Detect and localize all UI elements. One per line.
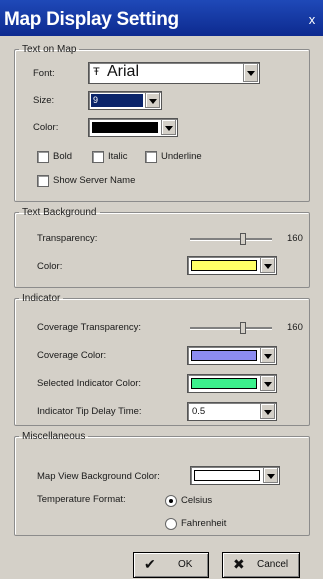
cancel-icon: ✖ [233, 556, 245, 572]
close-icon[interactable]: x [305, 13, 319, 27]
chevron-down-icon[interactable] [243, 64, 258, 82]
tip-delay-label: Indicator Tip Delay Time: [37, 406, 142, 417]
text-background-legend: Text Background [22, 207, 97, 218]
size-label: Size: [33, 95, 55, 106]
show-server-name-checkbox[interactable] [37, 175, 49, 187]
text-on-map-legend: Text on Map [22, 44, 77, 55]
text-bg-color-swatch [191, 260, 257, 271]
celsius-radio[interactable] [165, 495, 177, 507]
celsius-label: Celsius [181, 495, 213, 506]
bg-color-label: Color: [37, 261, 63, 272]
selected-indicator-color-label: Selected Indicator Color: [37, 378, 142, 389]
text-color-select[interactable] [88, 118, 178, 137]
fahrenheit-label: Fahrenheit [181, 518, 227, 529]
chevron-down-icon[interactable] [260, 258, 275, 273]
title-bar: Map Display Setting x [0, 0, 323, 36]
miscellaneous-legend: Miscellaneous [22, 431, 86, 442]
font-select[interactable]: Ŧ Arial [88, 62, 260, 84]
font-type-icon: Ŧ [93, 66, 100, 78]
cancel-button[interactable]: ✖ Cancel [222, 552, 300, 578]
transparency-value: 160 [287, 233, 303, 244]
coverage-transparency-label: Coverage Transparency: [37, 322, 142, 333]
map-bg-color-select[interactable] [190, 466, 280, 485]
italic-checkbox[interactable] [92, 151, 104, 163]
tip-delay-select[interactable]: 0.5 [187, 402, 277, 421]
size-select[interactable]: 9 [88, 91, 162, 110]
chevron-down-icon[interactable] [263, 468, 278, 483]
bold-checkbox[interactable] [37, 151, 49, 163]
coverage-color-swatch [191, 350, 257, 361]
fahrenheit-radio[interactable] [165, 518, 177, 530]
chevron-down-icon[interactable] [145, 93, 160, 108]
chevron-down-icon[interactable] [260, 404, 275, 419]
coverage-transparency-slider[interactable] [190, 327, 272, 330]
coverage-transparency-slider-thumb[interactable] [239, 322, 246, 334]
font-label: Font: [33, 68, 55, 79]
indicator-legend: Indicator [22, 293, 61, 304]
ok-button[interactable]: ✔ OK [133, 552, 209, 578]
map-bg-color-swatch [194, 470, 260, 481]
show-server-name-label: Show Server Name [53, 175, 136, 186]
check-icon: ✔ [144, 556, 156, 572]
text-background-group: Text Background [14, 207, 310, 288]
ok-button-label: OK [178, 559, 193, 570]
window-title: Map Display Setting [4, 9, 179, 30]
chevron-down-icon[interactable] [260, 348, 275, 363]
italic-label: Italic [108, 151, 128, 162]
coverage-color-select[interactable] [187, 346, 277, 365]
size-value: 9 [93, 95, 99, 105]
text-color-swatch [92, 122, 158, 133]
selected-indicator-color-swatch [191, 378, 257, 389]
chevron-down-icon[interactable] [161, 120, 176, 135]
coverage-color-label: Coverage Color: [37, 350, 107, 361]
transparency-label: Transparency: [37, 233, 98, 244]
map-bg-color-label: Map View Background Color: [37, 471, 160, 482]
size-selected-highlight: 9 [91, 94, 143, 107]
temperature-format-label: Temperature Format: [37, 494, 126, 505]
chevron-down-icon[interactable] [260, 376, 275, 391]
transparency-slider[interactable] [190, 238, 272, 241]
selected-indicator-color-select[interactable] [187, 374, 277, 393]
text-bg-color-select[interactable] [187, 256, 277, 275]
text-color-label: Color: [33, 122, 59, 133]
underline-label: Underline [161, 151, 202, 162]
bold-label: Bold [53, 151, 73, 162]
coverage-transparency-value: 160 [287, 322, 303, 333]
tip-delay-value: 0.5 [192, 406, 206, 417]
cancel-button-label: Cancel [257, 559, 289, 570]
font-value: Arial [107, 63, 140, 80]
underline-checkbox[interactable] [145, 151, 157, 163]
transparency-slider-thumb[interactable] [239, 233, 246, 245]
